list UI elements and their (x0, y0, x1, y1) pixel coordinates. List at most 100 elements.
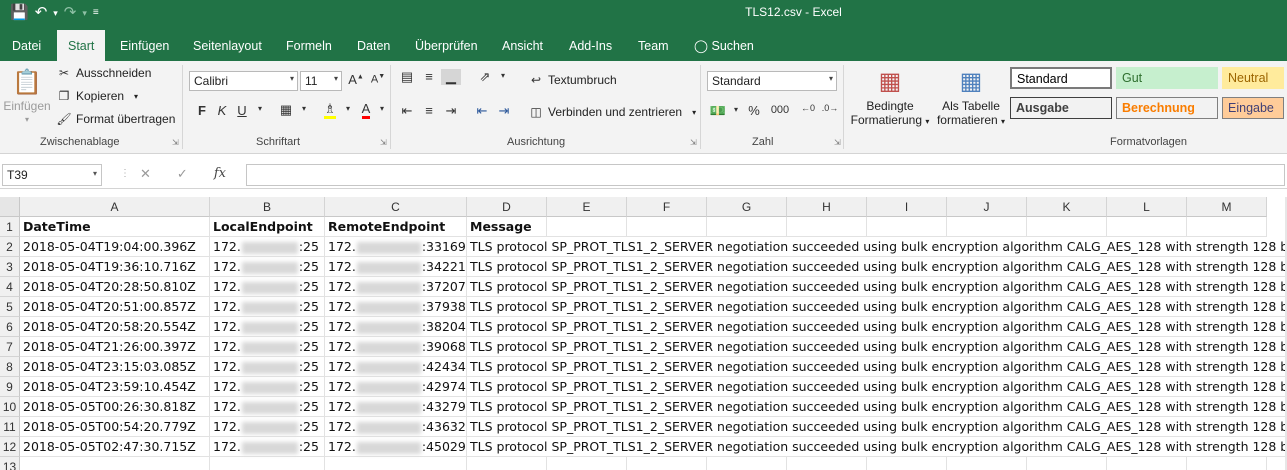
local-endpoint-cell[interactable]: 172.:25 (210, 277, 325, 297)
tab-datei[interactable]: Datei (12, 34, 41, 61)
grow-font-button[interactable]: A▲ (346, 72, 366, 87)
dialog-launcher-icon[interactable]: ⇲ (690, 138, 697, 147)
datetime-cell[interactable]: 2018-05-04T20:28:50.810Z (20, 277, 210, 297)
empty-cell[interactable] (867, 217, 947, 237)
formula-input[interactable] (246, 164, 1285, 186)
empty-cell[interactable] (867, 457, 947, 470)
increase-decimal-icon[interactable]: ←0 (798, 103, 818, 113)
message-cell[interactable]: TLS protocol SP_PROT_TLS1_2_SERVER negot… (467, 317, 1285, 337)
border-icon[interactable]: ▦ (276, 102, 296, 118)
datetime-cell[interactable]: 2018-05-04T19:36:10.716Z (20, 257, 210, 277)
empty-cell[interactable] (547, 457, 627, 470)
cell-style-eingabe[interactable]: Eingabe (1222, 97, 1284, 119)
paste-button[interactable]: 📋 Einfügen ▾ (3, 69, 50, 124)
remote-endpoint-cell[interactable]: 172.:33169 (325, 237, 467, 257)
align-left-icon[interactable]: ⇤ (397, 103, 417, 119)
remote-endpoint-cell[interactable]: 172.:37207 (325, 277, 467, 297)
row-header-2[interactable]: 2 (0, 237, 20, 257)
cell-style-berechnung[interactable]: Berechnung (1116, 97, 1218, 119)
chevron-down-icon[interactable]: ▾ (250, 104, 270, 113)
remote-endpoint-cell[interactable]: 172.:42434 (325, 357, 467, 377)
header-cell[interactable]: LocalEndpoint (210, 217, 325, 237)
message-cell[interactable]: TLS protocol SP_PROT_TLS1_2_SERVER negot… (467, 437, 1285, 457)
remote-endpoint-cell[interactable]: 172.:43279 (325, 397, 467, 417)
remote-endpoint-cell[interactable]: 172.:38204 (325, 317, 467, 337)
datetime-cell[interactable]: 2018-05-05T02:47:30.715Z (20, 437, 210, 457)
message-cell[interactable]: TLS protocol SP_PROT_TLS1_2_SERVER negot… (467, 237, 1285, 257)
row-header-9[interactable]: 9 (0, 377, 20, 397)
local-endpoint-cell[interactable]: 172.:25 (210, 437, 325, 457)
datetime-cell[interactable]: 2018-05-04T21:26:00.397Z (20, 337, 210, 357)
wrap-text-button[interactable]: ↩ Textumbruch (528, 73, 617, 87)
select-all-button[interactable] (0, 197, 20, 217)
column-header-m[interactable]: M (1187, 197, 1267, 217)
decrease-decimal-icon[interactable]: .0→ (820, 103, 840, 113)
local-endpoint-cell[interactable]: 172.:25 (210, 337, 325, 357)
column-header-a[interactable]: A (20, 197, 210, 217)
cancel-icon[interactable]: ✕ (140, 166, 151, 182)
align-right-icon[interactable]: ⇥ (441, 103, 461, 119)
empty-cell[interactable] (547, 217, 627, 237)
copy-button[interactable]: ❐ Kopieren ▾ (56, 89, 138, 103)
chevron-down-icon[interactable]: ▾ (493, 71, 513, 80)
row-header-13[interactable]: 13 (0, 457, 20, 470)
align-top-icon[interactable]: ▤ (397, 69, 417, 85)
insert-function-icon[interactable]: fx (214, 166, 226, 182)
increase-indent-icon[interactable]: ⇥ (494, 103, 514, 119)
local-endpoint-cell[interactable]: 172.:25 (210, 257, 325, 277)
chevron-down-icon[interactable]: ▾ (372, 104, 392, 113)
column-header-d[interactable]: D (467, 197, 547, 217)
italic-button[interactable]: K (212, 103, 232, 118)
tab-formeln[interactable]: Formeln (286, 34, 332, 61)
merge-center-button[interactable]: ◫ Verbinden und zentrieren ▾ (528, 105, 696, 119)
align-middle-icon[interactable]: ≡ (419, 69, 439, 84)
dialog-launcher-icon[interactable]: ⇲ (834, 138, 841, 147)
cut-button[interactable]: ✂ Ausschneiden (56, 66, 151, 80)
remote-endpoint-cell[interactable]: 172.:45029 (325, 437, 467, 457)
column-header-g[interactable]: G (707, 197, 787, 217)
row-header-11[interactable]: 11 (0, 417, 20, 437)
name-box[interactable]: T39 ▾ (2, 164, 102, 186)
datetime-cell[interactable]: 2018-05-04T19:04:00.396Z (20, 237, 210, 257)
remote-endpoint-cell[interactable]: 172.:37938 (325, 297, 467, 317)
message-cell[interactable]: TLS protocol SP_PROT_TLS1_2_SERVER negot… (467, 417, 1285, 437)
empty-cell[interactable] (1027, 217, 1107, 237)
row-header-1[interactable]: 1 (0, 217, 20, 237)
message-cell[interactable]: TLS protocol SP_PROT_TLS1_2_SERVER negot… (467, 257, 1285, 277)
tab-add-ins[interactable]: Add-Ins (569, 34, 612, 61)
local-endpoint-cell[interactable]: 172.:25 (210, 377, 325, 397)
column-header-h[interactable]: H (787, 197, 867, 217)
datetime-cell[interactable]: 2018-05-05T00:54:20.779Z (20, 417, 210, 437)
empty-cell[interactable] (947, 457, 1027, 470)
column-header-k[interactable]: K (1027, 197, 1107, 217)
decrease-indent-icon[interactable]: ⇤ (472, 103, 492, 119)
tab-ansicht[interactable]: Ansicht (502, 34, 543, 61)
format-painter-button[interactable]: 🖌 Format übertragen (56, 112, 175, 126)
empty-cell[interactable] (1027, 457, 1107, 470)
empty-cell[interactable] (787, 217, 867, 237)
align-center-icon[interactable]: ≡ (419, 103, 439, 118)
message-cell[interactable]: TLS protocol SP_PROT_TLS1_2_SERVER negot… (467, 277, 1285, 297)
column-header-c[interactable]: C (325, 197, 467, 217)
cell-style-neutral[interactable]: Neutral (1222, 67, 1284, 89)
column-header-b[interactable]: B (210, 197, 325, 217)
empty-cell[interactable] (627, 457, 707, 470)
chevron-down-icon[interactable]: ▾ (726, 105, 746, 114)
header-cell[interactable]: RemoteEndpoint (325, 217, 467, 237)
local-endpoint-cell[interactable]: 172.:25 (210, 397, 325, 417)
cell-style-ausgabe[interactable]: Ausgabe (1010, 97, 1112, 119)
row-header-4[interactable]: 4 (0, 277, 20, 297)
underline-button[interactable]: U (232, 103, 252, 118)
column-header-e[interactable]: E (547, 197, 627, 217)
row-header-12[interactable]: 12 (0, 437, 20, 457)
empty-cell[interactable] (325, 457, 467, 470)
bold-button[interactable]: F (192, 103, 212, 118)
fill-color-icon[interactable]: ♗ (320, 101, 340, 119)
empty-cell[interactable] (1187, 217, 1267, 237)
row-header-8[interactable]: 8 (0, 357, 20, 377)
tab-einfuegen[interactable]: Einfügen (120, 34, 169, 61)
tab-seitenlayout[interactable]: Seitenlayout (193, 34, 262, 61)
message-cell[interactable]: TLS protocol SP_PROT_TLS1_2_SERVER negot… (467, 397, 1285, 417)
tab-team[interactable]: Team (638, 34, 669, 61)
empty-cell[interactable] (20, 457, 210, 470)
